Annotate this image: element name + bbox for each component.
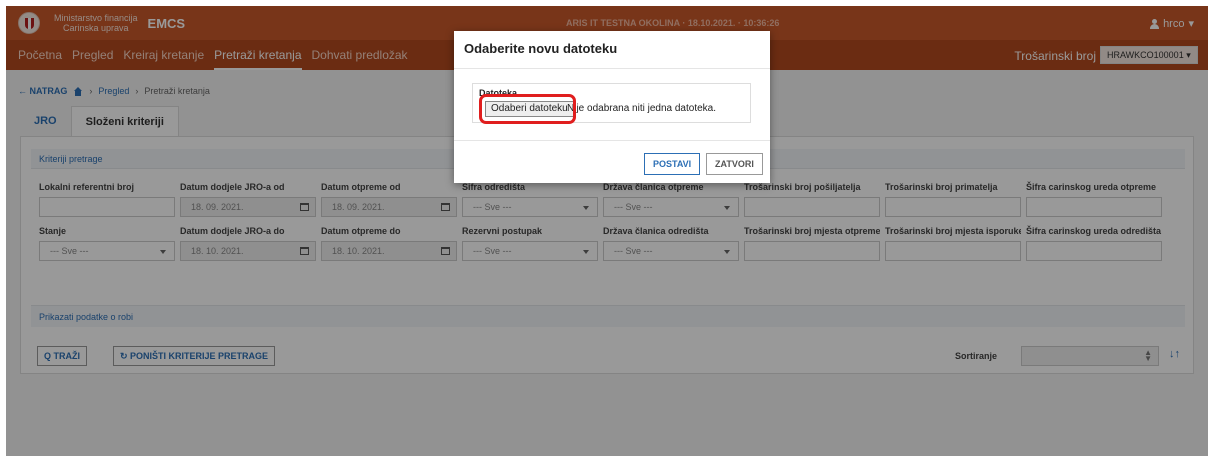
file-field-box: Datoteka Odaberi datoteku Nije odabrana … [472,83,751,124]
divider [454,140,770,141]
file-dialog: Odaberite novu datoteku Datoteka Odaberi… [454,31,770,183]
file-status-text: Nije odabrana niti jedna datoteka. [567,103,716,114]
dialog-title: Odaberite novu datoteku [464,41,618,56]
apply-button[interactable]: POSTAVI [644,153,701,175]
close-button[interactable]: ZATVORI [706,153,763,175]
page: Ministarstvo financija Carinska uprava E… [6,6,1208,456]
highlight-annotation [479,94,576,124]
divider [454,68,770,69]
